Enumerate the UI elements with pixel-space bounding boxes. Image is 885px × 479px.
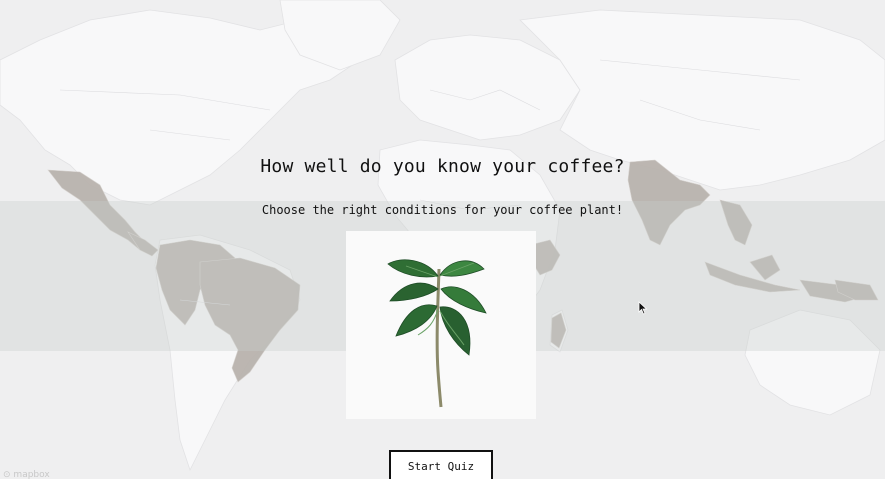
mouse-cursor-icon: [638, 301, 648, 315]
mapbox-attribution-text: mapbox: [13, 470, 50, 479]
page-title: How well do you know your coffee?: [260, 156, 625, 177]
page-subtitle: Choose the right conditions for your cof…: [261, 203, 624, 217]
quiz-landing: How well do you know your coffee? Choose…: [0, 0, 885, 479]
mapbox-attribution[interactable]: ⊙ mapbox: [3, 470, 50, 479]
start-quiz-button[interactable]: Start Quiz: [389, 450, 493, 479]
coffee-plant-icon: [387, 259, 487, 408]
plant-card: [346, 231, 536, 419]
mapbox-logo-icon: ⊙: [3, 470, 11, 479]
